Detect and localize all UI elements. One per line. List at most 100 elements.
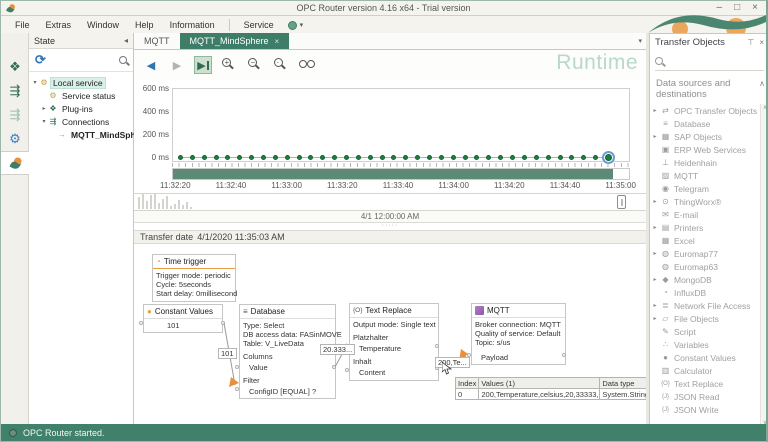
menu-item-help[interactable]: Help	[127, 20, 162, 30]
tab-close-icon[interactable]: ×	[275, 37, 280, 46]
transfer-object-variables[interactable]: ∴Variables	[650, 338, 768, 351]
expander-icon[interactable]: ▸	[650, 250, 660, 257]
node-pin[interactable]: Content	[353, 368, 435, 377]
data-point[interactable]	[178, 155, 183, 160]
transfer-object-excel[interactable]: ▦Excel	[650, 234, 768, 247]
go-to-latest-button[interactable]: ▶	[194, 56, 212, 74]
tree-item-service-status[interactable]: ⚙Service status	[29, 89, 133, 102]
flow-canvas[interactable]: ◔Time trigger Trigger mode: periodic Cyc…	[134, 244, 646, 426]
range-selector-track[interactable]	[172, 168, 630, 180]
data-point[interactable]	[534, 155, 539, 160]
menu-item-window[interactable]: Window	[79, 20, 127, 30]
tree-item-mqtt-mindsphere[interactable]: →MQTT_MindSphere	[29, 128, 133, 141]
data-point[interactable]	[403, 155, 408, 160]
data-point[interactable]	[249, 155, 254, 160]
port-in[interactable]	[345, 368, 349, 372]
data-point[interactable]	[474, 155, 479, 160]
port-in[interactable]	[235, 387, 239, 391]
data-point[interactable]	[593, 155, 598, 160]
data-point[interactable]	[605, 154, 612, 161]
service-status-icon[interactable]	[288, 21, 297, 30]
section-data-sources[interactable]: Data sources and destinations ∧	[650, 71, 768, 104]
data-point[interactable]	[498, 155, 503, 160]
scrollbar[interactable]: ∧ ∨	[760, 104, 768, 426]
menu-item-information[interactable]: Information	[162, 20, 223, 30]
transfer-object-e-mail[interactable]: ✉E-mail	[650, 208, 768, 221]
data-point[interactable]	[486, 155, 491, 160]
port-in[interactable]	[139, 321, 143, 325]
search-icon[interactable]	[119, 56, 127, 64]
data-point[interactable]	[569, 155, 574, 160]
data-point[interactable]	[297, 155, 302, 160]
chart-plot-area[interactable]	[172, 88, 630, 162]
plugins-icon[interactable]: ❖	[1, 55, 29, 79]
data-point[interactable]	[225, 155, 230, 160]
node-mqtt[interactable]: MQTT Broker connection: MQTT Quality of …	[471, 303, 566, 365]
forward-button[interactable]: ▶	[168, 56, 186, 74]
transfer-object-file-objects[interactable]: ▸▱File Objects	[650, 312, 768, 325]
expander-icon[interactable]: ▾	[31, 79, 39, 86]
expander-icon[interactable]: ▸	[650, 276, 660, 283]
node-pin[interactable]: Value	[243, 363, 332, 372]
port-out[interactable]	[332, 365, 336, 369]
data-point[interactable]	[368, 155, 373, 160]
menu-item-file[interactable]: File	[7, 20, 38, 30]
templates-icon[interactable]: ⇶	[1, 103, 29, 127]
transfer-object-thingworx[interactable]: ▸⊙ThingWorx®	[650, 195, 768, 208]
tree-item-connections[interactable]: ▾⇶Connections	[29, 115, 133, 128]
transfer-object-heidenhain[interactable]: ⊥Heidenhain	[650, 156, 768, 169]
data-point[interactable]	[391, 155, 396, 160]
transfer-object-json-read[interactable]: {J}JSON Read	[650, 390, 768, 403]
close-panel-icon[interactable]: ×	[759, 38, 764, 47]
transfer-object-euromap77[interactable]: ▸◍Euromap77	[650, 247, 768, 260]
port-out[interactable]	[562, 353, 566, 357]
transfer-object-sap-objects[interactable]: ▸▦SAP Objects	[650, 130, 768, 143]
data-point[interactable]	[522, 155, 527, 160]
transfer-object-euromap63[interactable]: ◍Euromap63	[650, 260, 768, 273]
data-point[interactable]	[463, 155, 468, 160]
menu-item-extras[interactable]: Extras	[38, 20, 80, 30]
port-in[interactable]	[235, 365, 239, 369]
data-point[interactable]	[202, 155, 207, 160]
zoom-in-button[interactable]: +	[220, 56, 238, 74]
expander-icon[interactable]: ▸	[40, 105, 48, 112]
range-selector-bar[interactable]	[173, 169, 613, 179]
data-point[interactable]	[308, 155, 313, 160]
transfers-icon[interactable]: ⇶	[1, 79, 29, 103]
timeline-overview[interactable]	[134, 193, 646, 211]
data-point[interactable]	[320, 155, 325, 160]
pin-icon[interactable]: ⊤	[747, 38, 754, 47]
tab-mqtt-mindsphere[interactable]: MQTT_MindSphere ×	[180, 33, 290, 49]
collapse-panel-icon[interactable]: ◂	[124, 36, 128, 45]
zoom-reset-button[interactable]: ·	[272, 56, 290, 74]
data-point[interactable]	[190, 155, 195, 160]
data-point[interactable]	[380, 155, 385, 160]
data-point[interactable]	[415, 155, 420, 160]
transfer-object-mongodb[interactable]: ▸◆MongoDB	[650, 273, 768, 286]
expander-icon[interactable]: ▸	[650, 315, 660, 322]
transfer-objects-search[interactable]	[655, 51, 764, 71]
data-point[interactable]	[558, 155, 563, 160]
transfer-object-json-write[interactable]: {J}JSON Write	[650, 403, 768, 416]
transfer-object-constant-values[interactable]: ●Constant Values	[650, 351, 768, 364]
data-point[interactable]	[451, 155, 456, 160]
node-text-replace[interactable]: {O}Text Replace Output mode: Single text…	[349, 303, 439, 381]
service-dropdown-icon[interactable]: ▾	[300, 21, 304, 29]
expander-icon[interactable]: ▸	[650, 107, 660, 114]
data-point[interactable]	[581, 155, 586, 160]
data-point[interactable]	[344, 155, 349, 160]
transfer-object-telegram[interactable]: ◉Telegram	[650, 182, 768, 195]
port-out[interactable]	[221, 321, 225, 325]
tab-list-dropdown-icon[interactable]: ▾	[638, 37, 642, 45]
overview-slider-handle[interactable]	[617, 195, 626, 209]
data-point[interactable]	[214, 155, 219, 160]
transfer-object-database[interactable]: ≡Database	[650, 117, 768, 130]
menu-item-service[interactable]: Service	[236, 20, 282, 30]
tree-item-plug-ins[interactable]: ▸❖Plug-ins	[29, 102, 133, 115]
splitter-handle[interactable]: ·····	[134, 223, 646, 230]
node-time-trigger[interactable]: ◔Time trigger Trigger mode: periodic Cyc…	[152, 254, 236, 302]
transfer-object-network-file-access[interactable]: ▸≣Network File Access	[650, 299, 768, 312]
scroll-up-icon[interactable]: ∧	[763, 104, 767, 111]
data-point[interactable]	[510, 155, 515, 160]
node-pin[interactable]: Temperature	[353, 344, 435, 353]
